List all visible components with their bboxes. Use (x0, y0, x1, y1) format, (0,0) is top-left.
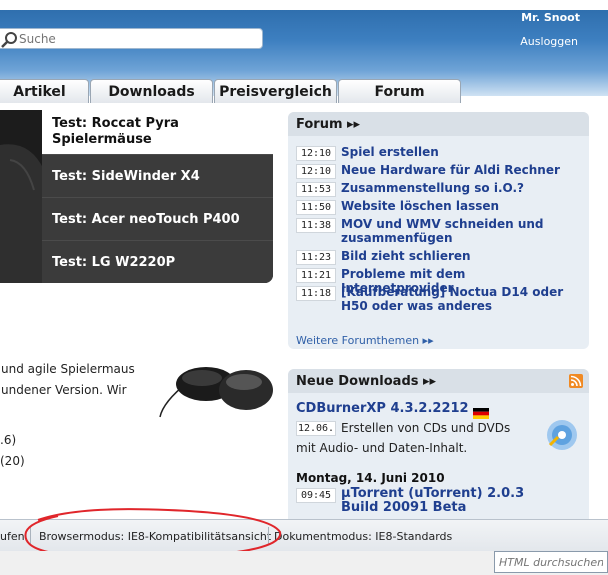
thread-title[interactable]: Neue Hardware für Aldi Rechner (341, 163, 581, 177)
download-date: 12.06. (296, 421, 336, 436)
forum-thread[interactable]: 11:38 MOV und WMV schneiden und zusammen… (296, 217, 581, 245)
top-strip (0, 0, 608, 10)
slide-sidewinder-x4[interactable]: Test: SideWinder X4 (42, 154, 273, 197)
slider-image[interactable] (0, 110, 48, 283)
search-input[interactable] (19, 31, 249, 46)
search-box[interactable] (0, 28, 263, 49)
thread-time: 11:38 (296, 218, 336, 233)
thread-title[interactable]: Zusammenstellung so i.O.? (341, 181, 581, 195)
slide-label: Test: Acer neoTouch P400 (52, 211, 240, 227)
thread-time: 11:50 (296, 200, 336, 215)
article-text: undener Version. Wir (1, 383, 127, 397)
download-time: 09:45 (296, 488, 336, 503)
forum-box-title[interactable]: Forum ▸▸ (288, 112, 589, 136)
thread-title[interactable]: MOV und WMV schneiden und zusammenfügen (341, 217, 581, 245)
article-text: (20) (0, 454, 25, 468)
thread-title[interactable]: Bild zieht schlieren (341, 249, 581, 263)
user-name: Mr. Snoot (521, 11, 580, 24)
thread-time: 11:53 (296, 182, 336, 197)
download-item[interactable]: 09:45 µTorrent (uTorrent) 2.0.3 Build 20… (296, 487, 561, 515)
download-desc-line1: Erstellen von CDs und DVDs (341, 421, 511, 435)
html-search-input[interactable] (494, 551, 608, 573)
forum-thread[interactable]: 12:10 Neue Hardware für Aldi Rechner (296, 163, 581, 179)
slide-label: Test: Roccat Pyra Spielermäuse (52, 116, 179, 147)
thread-time: 12:10 (296, 164, 336, 179)
cd-icon (544, 417, 580, 453)
forum-thread[interactable]: 11:18 [Kaufberatung] Noctua D14 oder H50… (296, 285, 581, 313)
download-title[interactable]: µTorrent (uTorrent) 2.0.3 Build 20091 Be… (341, 487, 561, 515)
thread-title[interactable]: Spiel erstellen (341, 145, 581, 159)
article-text: .6) (0, 433, 17, 447)
slide-label: Test: SideWinder X4 (52, 168, 200, 184)
downloads-title[interactable]: Neue Downloads ▸▸ (296, 374, 436, 389)
slide-acer-neotouch[interactable]: Test: Acer neoTouch P400 (42, 197, 273, 240)
download-title[interactable]: CDBurnerXP 4.3.2.2212 (296, 402, 469, 416)
more-forum-topics-link[interactable]: Weitere Forumthemen ▸▸ (296, 334, 434, 347)
thread-title[interactable]: Website löschen lassen (341, 199, 581, 213)
forum-thread[interactable]: 11:53 Zusammenstellung so i.O.? (296, 181, 581, 197)
downloads-box-title: Neue Downloads ▸▸ (288, 369, 589, 393)
slide-roccat-pyra[interactable]: Test: Roccat Pyra Spielermäuse (42, 110, 273, 154)
thread-title[interactable]: [Kaufberatung] Noctua D14 oder H50 oder … (341, 285, 581, 313)
slide-lg-w2220p[interactable]: Test: LG W2220P (42, 240, 273, 283)
forum-thread[interactable]: 11:50 Website löschen lassen (296, 199, 581, 215)
download-desc-line2: mit Audio- und Daten-Inhalt. (296, 441, 468, 455)
site-header: Mr. Snoot Ausloggen Artikel Downloads Pr… (0, 10, 608, 103)
article-text: und agile Spielermaus (1, 362, 135, 376)
tab-forum[interactable]: Forum (338, 79, 461, 103)
slide-label: Test: LG W2220P (52, 254, 176, 270)
tab-artikel[interactable]: Artikel (0, 79, 89, 103)
german-flag-icon (472, 404, 489, 419)
download-description: 12.06. Erstellen von CDs und DVDs (296, 420, 510, 436)
logout-link[interactable]: Ausloggen (520, 35, 578, 48)
rss-icon[interactable] (569, 374, 583, 388)
document-mode-button[interactable]: Dokumentmodus: IE8-Standards (274, 530, 452, 543)
thread-time: 11:21 (296, 268, 336, 283)
forum-thread[interactable]: 12:10 Spiel erstellen (296, 145, 581, 161)
download-item[interactable]: CDBurnerXP 4.3.2.2212 (296, 402, 489, 419)
downloads-box: Neue Downloads ▸▸ CDBurnerXP 4.3.2.2212 … (288, 369, 589, 521)
tab-downloads[interactable]: Downloads (90, 79, 213, 103)
download-day-heading: Montag, 14. Juni 2010 (296, 471, 445, 485)
thread-time: 11:18 (296, 286, 336, 301)
html-find-bar (0, 551, 608, 575)
search-icon (1, 30, 19, 48)
thread-time: 12:10 (296, 146, 336, 161)
article-slider: Test: Roccat Pyra Spielermäuse Test: Sid… (0, 110, 273, 283)
tab-preisvergleich[interactable]: Preisvergleich (214, 79, 337, 103)
forum-box: Forum ▸▸ 12:10 Spiel erstellen 12:10 Neu… (288, 112, 589, 349)
thread-time: 11:23 (296, 250, 336, 265)
forum-thread[interactable]: 11:23 Bild zieht schlieren (296, 249, 581, 265)
mouse-image (158, 362, 276, 420)
